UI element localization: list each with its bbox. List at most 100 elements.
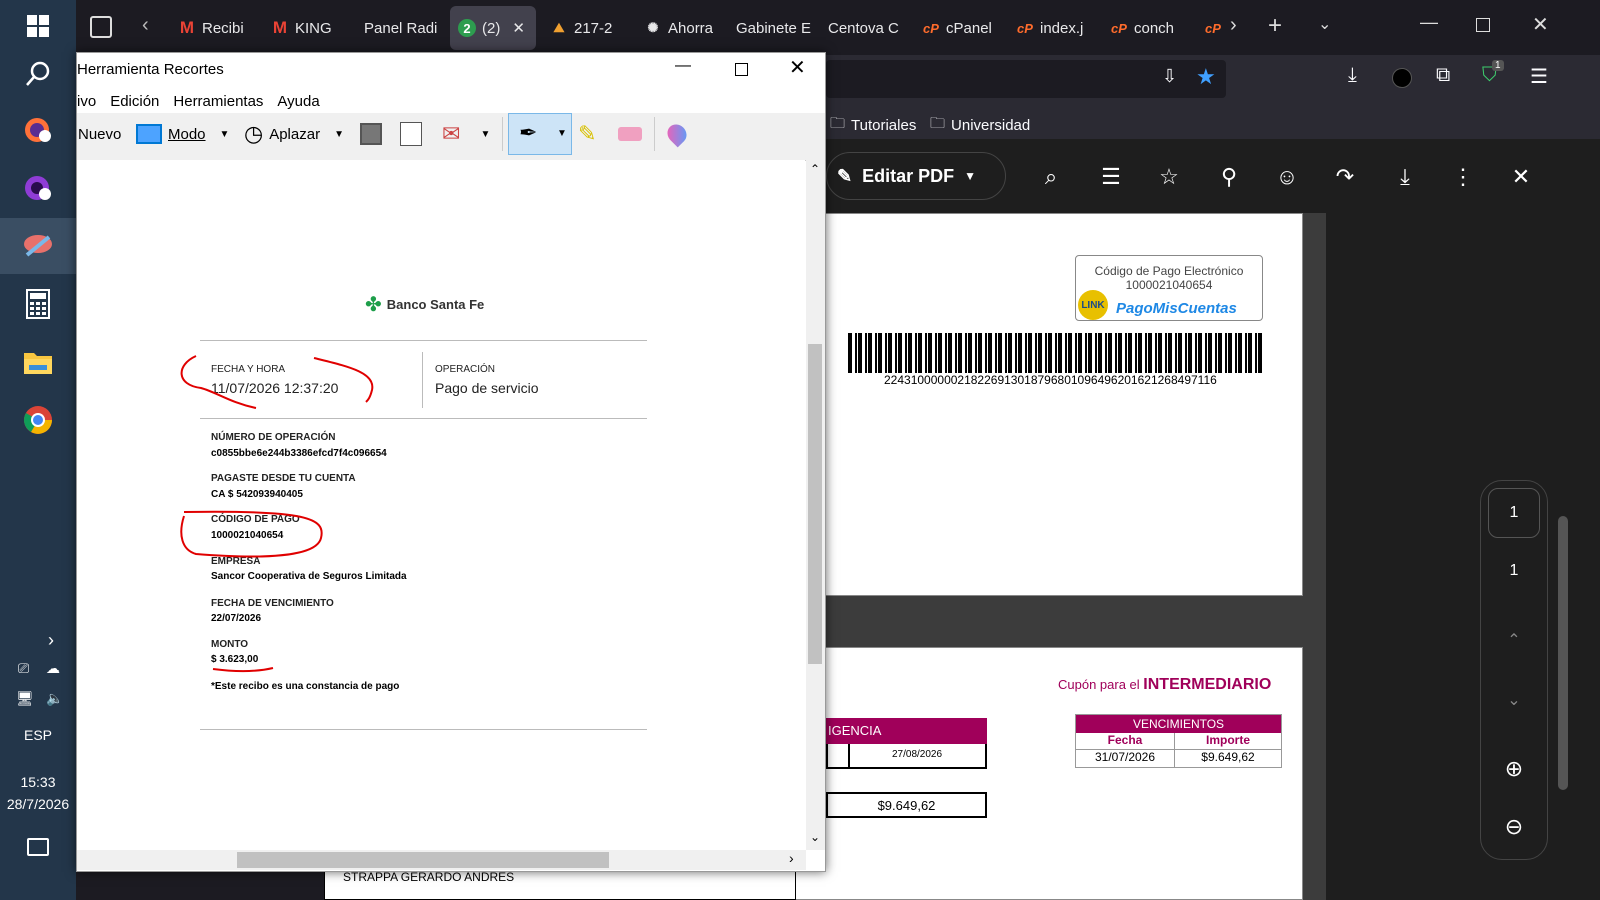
weather-icon[interactable]: ☁ <box>46 660 60 677</box>
search-icon[interactable] <box>18 54 58 94</box>
pen-tool-button[interactable]: ✒ ▼ <box>508 113 572 155</box>
minimize-icon[interactable]: — <box>675 57 691 75</box>
close-icon[interactable]: ✕ <box>789 55 806 80</box>
snipping-tool-icon[interactable] <box>0 218 76 274</box>
firefox-profile-icon[interactable] <box>18 110 58 150</box>
zoom-out-icon[interactable]: ⊖ <box>1488 812 1540 842</box>
file-explorer-icon[interactable] <box>18 342 58 382</box>
close-pdf-icon[interactable]: ✕ <box>1506 162 1536 192</box>
tab-centova[interactable]: Centova C <box>820 6 910 50</box>
more-options-icon[interactable]: ⋮ <box>1448 162 1478 192</box>
scroll-thumb[interactable] <box>808 344 822 664</box>
emoji-icon[interactable]: ☺ <box>1272 162 1302 192</box>
chevron-down-icon: ▼ <box>557 128 567 139</box>
bookmark-star-icon[interactable]: ★ <box>1196 64 1216 90</box>
tab-active[interactable]: 2 (2) ✕ <box>450 6 536 50</box>
windows-start-icon[interactable] <box>18 6 58 46</box>
zoom-in-icon[interactable]: ⊕ <box>1488 754 1540 784</box>
network-icon[interactable]: 🖥 <box>16 690 34 707</box>
highlighter-icon[interactable]: ✎ <box>578 115 596 153</box>
clock-date[interactable]: 28/7/2026 <box>0 796 76 812</box>
menu-edicion[interactable]: Edición <box>110 93 159 110</box>
chrome-icon[interactable] <box>18 400 58 440</box>
download-icon[interactable]: ⤓ <box>1390 162 1420 192</box>
search-icon[interactable]: ⌕ <box>1036 162 1066 192</box>
folder-icon: 🗀 <box>930 115 946 132</box>
pdf-scrollbar[interactable] <box>1558 516 1568 790</box>
tab-index[interactable]: cP index.j <box>1008 6 1098 50</box>
restore-icon[interactable] <box>1476 18 1490 32</box>
pen-annotations <box>180 355 374 673</box>
notifications-icon[interactable] <box>27 838 49 856</box>
horizontal-scrollbar[interactable]: › <box>77 850 806 870</box>
mode-button[interactable]: Modo ▼ <box>136 115 229 153</box>
extensions-puzzle-icon[interactable]: ⧉ <box>1436 64 1450 87</box>
page-current-input[interactable]: 1 <box>1488 488 1540 538</box>
delay-button[interactable]: ◷ Aplazar ▼ <box>244 115 344 153</box>
tab-panel-radio[interactable]: Panel Radi <box>356 6 446 50</box>
pen-icon: ✒ <box>519 120 538 145</box>
star-icon[interactable]: ☆ <box>1154 162 1184 192</box>
barcode <box>848 333 1262 373</box>
tab-list-icon[interactable]: ⌄ <box>1318 14 1331 34</box>
tab-overview-icon[interactable] <box>90 16 112 38</box>
minimize-icon[interactable]: — <box>1420 12 1438 33</box>
tab-gabinete[interactable]: Gabinete E <box>728 6 818 50</box>
codigo-pago-box: Código de Pago Electrónico 1000021040654… <box>1075 255 1263 321</box>
hscroll-thumb[interactable] <box>237 852 609 868</box>
scroll-down-icon[interactable]: ⌄ <box>810 830 820 844</box>
clock-time[interactable]: 15:33 <box>0 774 76 790</box>
gmail-icon: M <box>272 18 288 37</box>
tab-cpanel[interactable]: cP cPanel <box>914 6 1004 50</box>
meet-icon[interactable]: ⎚ <box>18 660 29 677</box>
tab-conch[interactable]: cP conch <box>1102 6 1192 50</box>
downloads-icon[interactable]: ⤓ <box>1348 64 1357 87</box>
summary-icon[interactable]: ☰ <box>1096 162 1126 192</box>
scroll-right-icon[interactable]: › <box>789 850 794 866</box>
bookmark-folder-tutoriales[interactable]: 🗀 Tutoriales <box>830 113 916 138</box>
copy-icon[interactable] <box>400 115 422 153</box>
amount-box: $9.649,62 <box>826 792 987 818</box>
menu-archivo[interactable]: ivo <box>77 93 96 110</box>
tab-ahorra[interactable]: ✺ Ahorra <box>636 6 726 50</box>
chevron-right-icon[interactable]: › <box>48 630 54 651</box>
language-indicator[interactable]: ESP <box>0 727 76 743</box>
menu-hamburger-icon[interactable]: ☰ <box>1530 64 1548 89</box>
new-tab-icon[interactable]: + <box>1268 12 1282 40</box>
firefox-private-icon[interactable] <box>18 168 58 208</box>
share-icon[interactable]: ↷ <box>1330 162 1360 192</box>
tab-scroll-right-icon[interactable]: › <box>1230 14 1237 37</box>
clock-icon: ◷ <box>244 121 264 146</box>
page-up-icon[interactable]: ⌃ <box>1488 628 1540 652</box>
tab-cpanel-partial[interactable]: cP <box>1196 6 1226 50</box>
close-tab-icon[interactable]: ✕ <box>512 19 525 37</box>
pagomiscuentas-logo: PagoMisCuentas <box>1116 300 1237 317</box>
extension-icon[interactable] <box>1392 68 1412 88</box>
chevron-down-icon: ▼ <box>219 128 230 140</box>
mountain-icon: ⛰ <box>553 20 565 35</box>
volume-icon[interactable]: 🔈 <box>46 690 63 707</box>
save-icon[interactable] <box>360 115 382 153</box>
menu-ayuda[interactable]: Ayuda <box>277 93 319 110</box>
tab-gmail-recibi[interactable]: M Recibi <box>170 6 260 50</box>
pin-icon[interactable]: ⚲ <box>1214 162 1244 192</box>
scroll-up-icon[interactable]: ⌃ <box>810 162 820 176</box>
vertical-scrollbar[interactable]: ⌃ ⌄ <box>806 160 825 850</box>
send-email-icon[interactable]: ✉ ▼ <box>442 115 490 153</box>
bookmark-folder-universidad[interactable]: 🗀 Universidad <box>930 113 1030 138</box>
calculator-icon[interactable] <box>18 284 58 324</box>
paint3d-icon[interactable] <box>663 115 691 153</box>
tab-gmail-king[interactable]: M KING <box>263 6 353 50</box>
close-window-icon[interactable]: ✕ <box>1532 12 1549 37</box>
gmail-icon: M <box>179 18 195 37</box>
vigencia-header: IGENCIA <box>826 718 987 744</box>
download-page-icon[interactable]: ⇩ <box>1162 66 1184 88</box>
page-down-icon[interactable]: ⌄ <box>1488 688 1540 712</box>
maximize-icon[interactable] <box>735 63 748 76</box>
new-snip-button[interactable]: Nuevo <box>78 115 121 153</box>
tab-scroll-left-icon[interactable]: ‹ <box>142 14 149 37</box>
edit-pdf-button[interactable]: ✎ Editar PDF ▼ <box>826 152 1006 200</box>
menu-herramientas[interactable]: Herramientas <box>173 93 263 110</box>
tab-217[interactable]: ⛰ 217-2 <box>542 6 632 50</box>
eraser-icon[interactable] <box>618 115 642 153</box>
